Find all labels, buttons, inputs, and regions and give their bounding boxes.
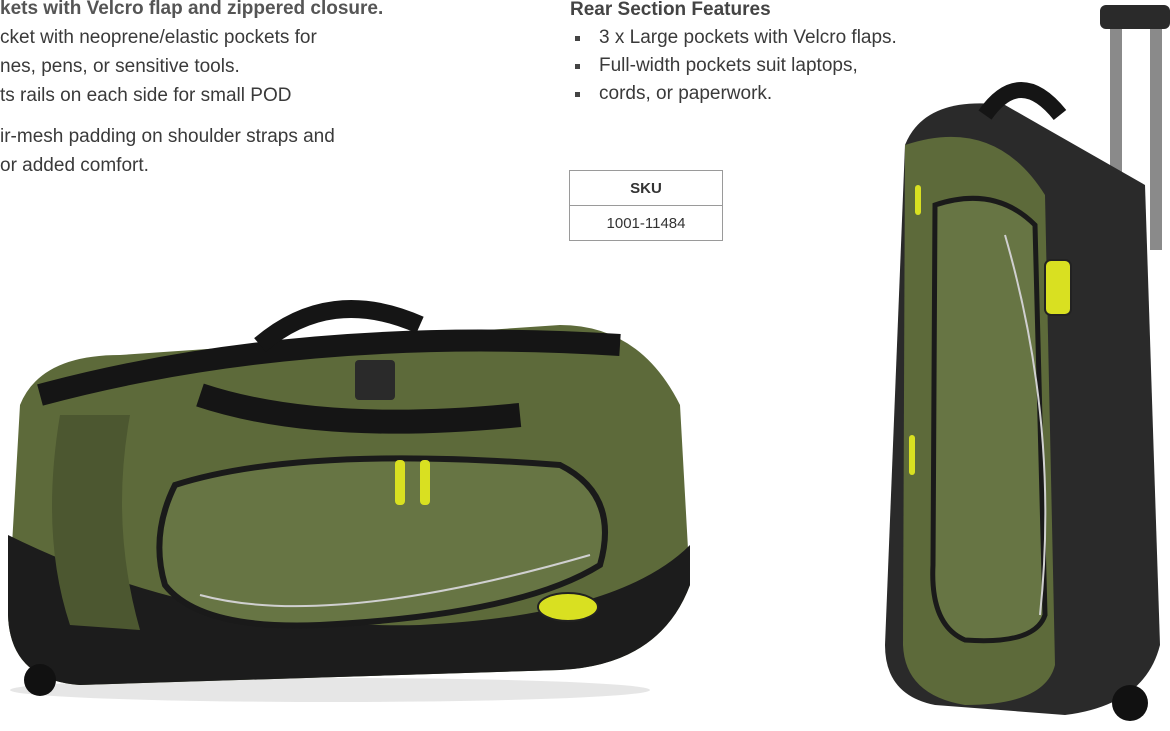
zipper-pull (909, 435, 915, 475)
zipper-pull (420, 460, 430, 505)
brand-logo-badge (537, 592, 599, 622)
telescopic-handle-grip (1100, 5, 1170, 29)
feature-line: kets with Velcro flap and zippered closu… (0, 0, 384, 19)
feature-line: ts rails on each side for small POD (0, 85, 292, 106)
wheel (24, 664, 56, 696)
carry-handle (978, 82, 1067, 121)
zipper-pull (915, 185, 921, 215)
handle-pole (1150, 20, 1162, 250)
upright-bag-image (885, 5, 1170, 721)
sku-value: 1001-11484 (569, 205, 723, 241)
sku-header: SKU (569, 170, 723, 206)
brand-logo-badge (1044, 259, 1072, 316)
feature-line: nes, pens, or sensitive tools. (0, 56, 240, 77)
feature-line: ir-mesh padding on shoulder straps and (0, 126, 335, 147)
strap-pad (355, 360, 395, 400)
feature-line: or added comfort. (0, 155, 149, 176)
feature-line: cket with neoprene/elastic pockets for (0, 27, 317, 48)
feature-text-left: kets with Velcro flap and zippered closu… (0, 0, 430, 180)
sku-table: SKU 1001-11484 (569, 170, 723, 241)
zipper-pull (395, 460, 405, 505)
wheel (1112, 685, 1148, 721)
front-pocket (930, 195, 1048, 644)
duffel-bag-image (8, 300, 690, 702)
